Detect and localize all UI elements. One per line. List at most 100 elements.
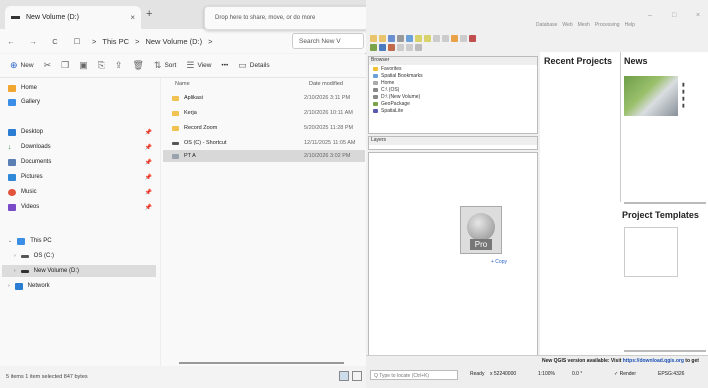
copy-button[interactable]: ❐: [61, 60, 69, 71]
browser-item-label: C:\ (OS): [381, 86, 400, 93]
templates-scrollbar[interactable]: [624, 350, 706, 352]
digitize-icon[interactable]: [406, 44, 413, 51]
add-raster-icon[interactable]: [379, 44, 386, 51]
details-view-icon[interactable]: [339, 371, 349, 381]
new-tab-button[interactable]: +: [146, 8, 152, 20]
horizontal-scrollbar[interactable]: [179, 362, 344, 364]
sidebar-label: Desktop: [21, 129, 44, 135]
search-input[interactable]: Search New V: [292, 33, 364, 49]
sidebar-item-desktop[interactable]: Desktop 📌: [8, 126, 156, 138]
pin-icon: 📌: [144, 189, 152, 196]
browser-item-c-drive[interactable]: C:\ (OS): [369, 86, 537, 93]
zoom-in-icon[interactable]: [415, 35, 422, 42]
add-vector-icon[interactable]: [370, 44, 377, 51]
tab-close-icon[interactable]: ×: [130, 13, 135, 22]
paste-button[interactable]: ▣: [79, 60, 88, 71]
toolbar-row-2: [370, 44, 422, 53]
shortcut-drive-icon: [172, 141, 179, 145]
browser-item-d-drive[interactable]: D:\ (New Volume): [369, 93, 537, 100]
print-layout-icon[interactable]: [397, 35, 404, 42]
sidebar-item-pictures[interactable]: Pictures 📌: [8, 171, 156, 183]
zoom-full-icon[interactable]: [433, 35, 440, 42]
view-button[interactable]: ☰ View: [186, 60, 211, 71]
browser-item-geopackage[interactable]: GeoPackage: [369, 100, 537, 107]
file-row-selected[interactable]: PT A 2/10/2026 3:02 PM: [163, 150, 365, 162]
sidebar-item-gallery[interactable]: Gallery: [8, 96, 156, 108]
rename-button[interactable]: ⎘: [98, 60, 105, 71]
sidebar-item-videos[interactable]: Videos 📌: [8, 201, 156, 213]
file-row[interactable]: Kerja 2/10/2026 10:11 AM: [163, 107, 365, 119]
tab-new-volume[interactable]: New Volume (D:) ×: [5, 6, 141, 29]
browser-item-bookmarks[interactable]: Spatial Bookmarks: [369, 72, 537, 79]
template-thumbnail[interactable]: [624, 227, 678, 277]
new-project-icon[interactable]: [370, 35, 377, 42]
forward-arrow-icon[interactable]: →: [22, 37, 44, 46]
breadcrumb-this-pc[interactable]: This PC: [102, 37, 129, 46]
menu-web[interactable]: Web: [562, 22, 572, 34]
locator-search-input[interactable]: Q Type to locate (Ctrl+K): [370, 370, 458, 380]
maximize-button[interactable]: □: [672, 12, 676, 19]
label-icon[interactable]: [415, 44, 422, 51]
browser-item-home[interactable]: Home: [369, 79, 537, 86]
command-bar: ⊕ New ✂ ❐ ▣ ⎘ ⇪ 🗑 ⇅ Sort ☰ View ••• ▭ Detail…: [0, 54, 366, 78]
cut-button[interactable]: ✂: [44, 60, 52, 71]
breadcrumb-new-volume[interactable]: New Volume (D:): [145, 37, 202, 46]
delete-button[interactable]: 🗑: [132, 60, 143, 71]
sidebar-item-os-c[interactable]: › OS (C:): [14, 250, 156, 262]
monitor-icon[interactable]: ☐: [66, 37, 88, 46]
close-button[interactable]: ×: [696, 12, 700, 19]
render-toggle[interactable]: ✓ Render: [614, 371, 636, 377]
open-project-icon[interactable]: [379, 35, 386, 42]
column-header-name[interactable]: Name: [175, 81, 190, 87]
news-scrollbar[interactable]: [624, 202, 706, 204]
refresh-icon[interactable]: [442, 35, 449, 42]
refresh-icon[interactable]: C: [44, 37, 66, 46]
download-link[interactable]: https://download.qgis.org: [623, 358, 684, 364]
magnifier-field[interactable]: 1:100%: [538, 371, 555, 377]
save-project-icon[interactable]: [388, 35, 395, 42]
minimize-button[interactable]: –: [648, 12, 652, 19]
pan-icon[interactable]: [406, 35, 413, 42]
menu-mesh[interactable]: Mesh: [578, 22, 590, 34]
more-button[interactable]: •••: [221, 62, 228, 69]
folder-icon: [172, 95, 179, 101]
file-row[interactable]: Record Zoom 5/20/2025 11:28 PM: [163, 122, 365, 134]
sidebar-item-home[interactable]: Home: [8, 82, 156, 94]
details-button[interactable]: ▭ Details: [238, 60, 269, 71]
identify-icon[interactable]: [451, 35, 458, 42]
file-row[interactable]: OS (C) - Shortcut 12/11/2025 11:05 AM: [163, 137, 365, 149]
news-thumbnail[interactable]: [624, 76, 678, 116]
menu-help[interactable]: Help: [625, 22, 635, 34]
edit-icon[interactable]: [397, 44, 404, 51]
sidebar-item-new-volume[interactable]: › New Volume (D:): [2, 265, 156, 277]
coordinate-field[interactable]: x 52240000: [490, 371, 516, 377]
file-name: Aplikasi: [184, 95, 203, 101]
zoom-out-icon[interactable]: [424, 35, 431, 42]
file-row[interactable]: Aplikasi 2/10/2026 3:11 PM: [163, 92, 365, 104]
new-button[interactable]: ⊕ New: [10, 60, 34, 71]
tiles-view-icon[interactable]: [352, 371, 362, 381]
rotation-field[interactable]: 0.0 °: [572, 371, 582, 377]
back-arrow-icon[interactable]: ←: [0, 37, 22, 46]
browser-item-spatialite[interactable]: SpatiaLite: [369, 107, 537, 114]
browser-item-favorites[interactable]: Favorites: [369, 65, 537, 72]
sidebar-item-this-pc[interactable]: ⌄ This PC: [8, 235, 156, 247]
layers-drop-area[interactable]: Pro + Copy: [368, 152, 538, 362]
geopackage-icon: [373, 101, 378, 106]
share-button[interactable]: ⇪: [115, 60, 123, 71]
videos-icon: [8, 203, 16, 211]
drive-icon: [20, 254, 29, 258]
crs-button[interactable]: EPSG:4326: [658, 371, 684, 377]
sidebar-item-documents[interactable]: Documents 📌: [8, 156, 156, 168]
column-header-date[interactable]: Date modified: [309, 81, 343, 87]
menu-database[interactable]: Database: [536, 22, 557, 34]
select-icon[interactable]: [469, 35, 476, 42]
menu-processing[interactable]: Processing: [595, 22, 620, 34]
music-icon: [8, 188, 16, 196]
sidebar-item-music[interactable]: Music 📌: [8, 186, 156, 198]
add-db-icon[interactable]: [388, 44, 395, 51]
sidebar-item-downloads[interactable]: ↓ Downloads 📌: [8, 141, 156, 153]
measure-icon[interactable]: [460, 35, 467, 42]
sidebar-item-network[interactable]: › Network: [8, 280, 156, 292]
sort-button[interactable]: ⇅ Sort: [154, 60, 176, 71]
